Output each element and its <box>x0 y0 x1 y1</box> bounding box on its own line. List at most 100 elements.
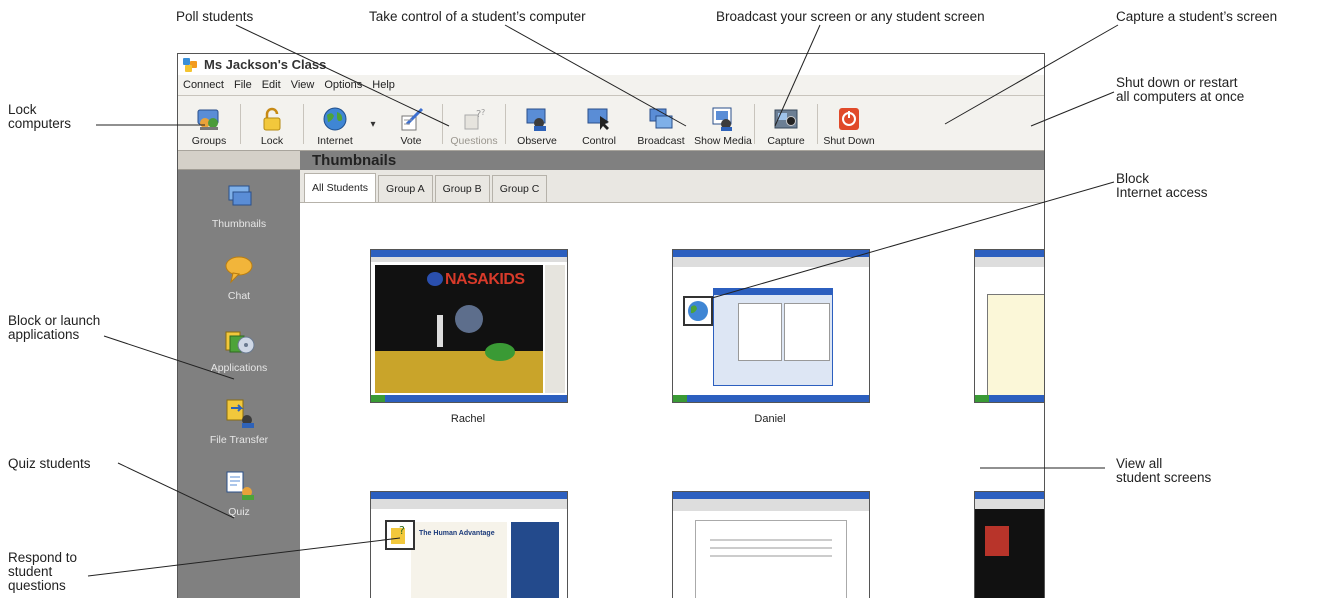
sidebar-item-label: File Transfer <box>209 434 269 446</box>
thumb-sidepanel <box>511 522 559 598</box>
callout-shut-down: Shut down or restart all computers at on… <box>1116 76 1244 104</box>
thumb-screen-text: NASAKIDS <box>445 271 525 288</box>
thumbnails-panel: Thumbnails All Students Group A Group B … <box>300 151 1044 598</box>
planet-icon <box>485 343 515 361</box>
thumb-clipart <box>784 303 830 361</box>
thumb-title-bar <box>371 250 567 257</box>
menu-options[interactable]: Options <box>319 79 367 91</box>
show-media-icon <box>710 107 736 131</box>
questions-button[interactable]: ?? Questions <box>443 98 505 150</box>
student-thumbnail[interactable] <box>974 249 1044 403</box>
student-thumbnail[interactable]: The Human Advantage ? <box>370 491 568 598</box>
planet-icon <box>455 305 483 333</box>
app-logo-icon <box>183 57 197 72</box>
shut-down-label: Shut Down <box>823 135 875 147</box>
title-bar: Ms Jackson's Class <box>178 54 1044 75</box>
callout-respond-questions: Respond to student questions <box>8 551 77 593</box>
student-name: Rachel <box>450 413 486 425</box>
broadcast-label: Broadcast <box>637 135 685 147</box>
menu-view[interactable]: View <box>286 79 320 91</box>
blocked-internet-icon <box>683 296 713 326</box>
sidebar-header <box>178 151 300 170</box>
callout-line: student screens <box>1116 470 1212 485</box>
shut-down-button[interactable]: Shut Down <box>818 98 880 150</box>
thumb-screen: NASAKIDS <box>375 265 543 393</box>
sidebar-item-file-transfer[interactable]: File Transfer <box>178 386 300 458</box>
thumb-taskbar <box>371 395 567 402</box>
groups-icon <box>196 107 222 131</box>
vote-checklist-icon <box>398 107 424 131</box>
padlock-icon <box>259 107 285 131</box>
question-icon: ? <box>385 520 415 550</box>
thumb-taskbar <box>673 395 869 402</box>
menu-help[interactable]: Help <box>367 79 400 91</box>
sidebar-item-applications[interactable]: Applications <box>178 314 300 386</box>
student-thumbnail[interactable] <box>974 491 1044 598</box>
callout-line: Internet access <box>1116 185 1208 200</box>
student-name: Daniel <box>754 413 786 425</box>
thumb-image <box>985 526 1009 556</box>
capture-button[interactable]: Capture <box>755 98 817 150</box>
tab-group-b[interactable]: Group B <box>434 175 490 202</box>
file-transfer-icon <box>223 398 255 428</box>
callout-line: all computers at once <box>1116 89 1245 104</box>
thumb-title-bar <box>673 250 869 257</box>
callout-broadcast: Broadcast your screen or any student scr… <box>716 9 985 24</box>
tab-all-students[interactable]: All Students <box>304 173 377 202</box>
thumb-title-bar <box>975 492 1044 499</box>
callout-take-control: Take control of a student’s computer <box>369 9 586 24</box>
tab-group-c[interactable]: Group C <box>491 175 548 202</box>
callout-quiz-students: Quiz students <box>8 456 91 471</box>
chat-bubble-icon <box>223 254 255 284</box>
sidebar-item-label: Quiz <box>228 506 250 518</box>
observe-label: Observe <box>517 135 557 147</box>
menu-file[interactable]: File <box>229 79 257 91</box>
callout-line: questions <box>8 578 66 593</box>
internet-button[interactable]: Internet <box>304 98 366 150</box>
thumb-taskbar <box>975 395 1044 402</box>
groups-button[interactable]: Groups <box>178 98 240 150</box>
sidebar-item-chat[interactable]: Chat <box>178 242 300 314</box>
thumbnails-icon <box>223 182 255 212</box>
vote-button[interactable]: Vote <box>380 98 442 150</box>
menu-edit[interactable]: Edit <box>257 79 286 91</box>
window-title: Ms Jackson's Class <box>204 57 327 72</box>
lock-label: Lock <box>260 135 284 147</box>
panel-title: Thumbnails <box>300 151 1044 170</box>
callout-line: student <box>8 564 53 579</box>
thumb-sidepanel <box>545 265 565 393</box>
thumb-text-line <box>710 547 832 549</box>
internet-dropdown-icon[interactable]: ▾ <box>366 119 380 150</box>
lock-button[interactable]: Lock <box>241 98 303 150</box>
callout-line: applications <box>8 327 80 342</box>
thumb-dialog <box>713 288 833 386</box>
camera-icon <box>773 107 799 131</box>
callout-block-internet: Block Internet access <box>1116 172 1208 200</box>
thumb-desert <box>375 351 543 393</box>
broadcast-button[interactable]: Broadcast <box>630 98 692 150</box>
student-thumbnail[interactable]: NASAKIDS <box>370 249 568 403</box>
observe-monitor-icon <box>524 107 550 131</box>
broadcast-monitors-icon <box>648 107 674 131</box>
thumb-title-bar <box>673 492 869 499</box>
callout-line: View all <box>1116 456 1163 471</box>
menu-connect[interactable]: Connect <box>178 79 229 91</box>
thumb-menu-bar <box>975 499 1044 509</box>
tab-group-a[interactable]: Group A <box>378 175 433 202</box>
thumb-title-bar <box>975 250 1044 257</box>
student-thumbnail[interactable] <box>672 249 870 403</box>
observe-button[interactable]: Observe <box>506 98 568 150</box>
thumb-menu-bar <box>673 257 869 267</box>
sidebar-item-thumbnails[interactable]: Thumbnails <box>178 170 300 242</box>
student-thumbnail[interactable] <box>672 491 870 598</box>
show-media-button[interactable]: Show Media <box>692 98 754 150</box>
capture-label: Capture <box>767 135 805 147</box>
rocket-icon <box>437 315 443 347</box>
control-label: Control <box>582 135 616 147</box>
control-button[interactable]: Control <box>568 98 630 150</box>
thumb-title-bar <box>371 492 567 499</box>
internet-label: Internet <box>317 135 353 147</box>
sidebar-item-quiz[interactable]: Quiz <box>178 458 300 530</box>
nasa-logo-icon <box>427 272 443 286</box>
thumb-document <box>987 294 1044 396</box>
